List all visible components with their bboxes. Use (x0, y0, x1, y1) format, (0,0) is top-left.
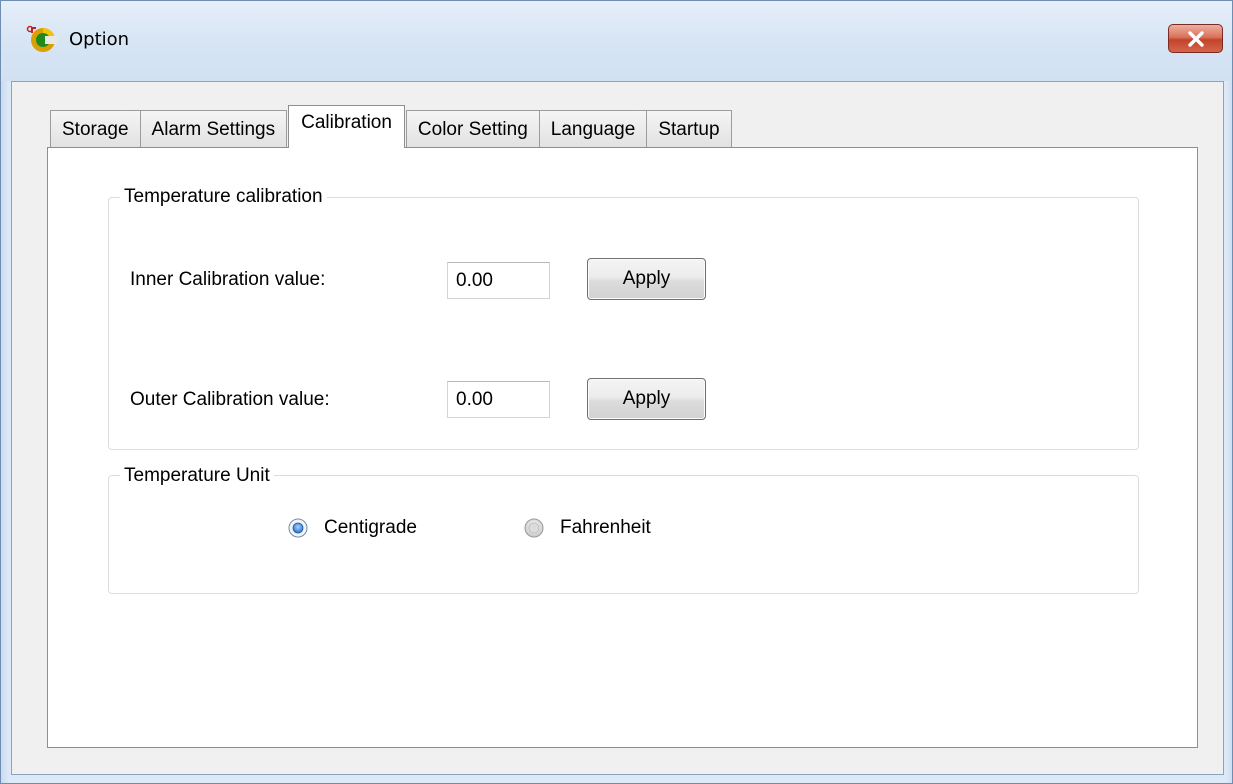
inner-calibration-input[interactable] (447, 262, 550, 299)
thermometer-c-icon (25, 24, 59, 54)
tab-storage[interactable]: Storage (50, 110, 141, 148)
close-icon (1187, 30, 1204, 47)
outer-calibration-label: Outer Calibration value: (130, 389, 330, 410)
tab-color-setting[interactable]: Color Setting (405, 110, 540, 148)
radio-centigrade-label: Centigrade (324, 517, 417, 538)
tab-strip: Storage Alarm Settings Calibration Color… (50, 105, 732, 148)
outer-calibration-input[interactable] (447, 381, 550, 418)
radio-centigrade[interactable]: Centigrade (288, 517, 417, 539)
tab-calibration[interactable]: Calibration (288, 105, 405, 148)
radio-fahrenheit-label: Fahrenheit (560, 517, 651, 538)
tab-alarm-settings[interactable]: Alarm Settings (139, 110, 288, 148)
temperature-calibration-legend: Temperature calibration (120, 186, 327, 208)
inner-calibration-label: Inner Calibration value: (130, 269, 326, 290)
close-button[interactable] (1168, 24, 1223, 53)
radio-fahrenheit[interactable]: Fahrenheit (524, 517, 651, 539)
temperature-unit-legend: Temperature Unit (120, 465, 274, 487)
radio-unselected-icon[interactable] (524, 518, 544, 538)
outer-apply-button[interactable]: Apply (587, 378, 706, 420)
inner-apply-button[interactable]: Apply (587, 258, 706, 300)
window-title: Option (69, 29, 130, 50)
tab-language[interactable]: Language (538, 110, 648, 148)
title-bar[interactable]: Option (1, 1, 1232, 81)
tab-startup[interactable]: Startup (646, 110, 732, 148)
radio-selected-icon[interactable] (288, 518, 308, 538)
